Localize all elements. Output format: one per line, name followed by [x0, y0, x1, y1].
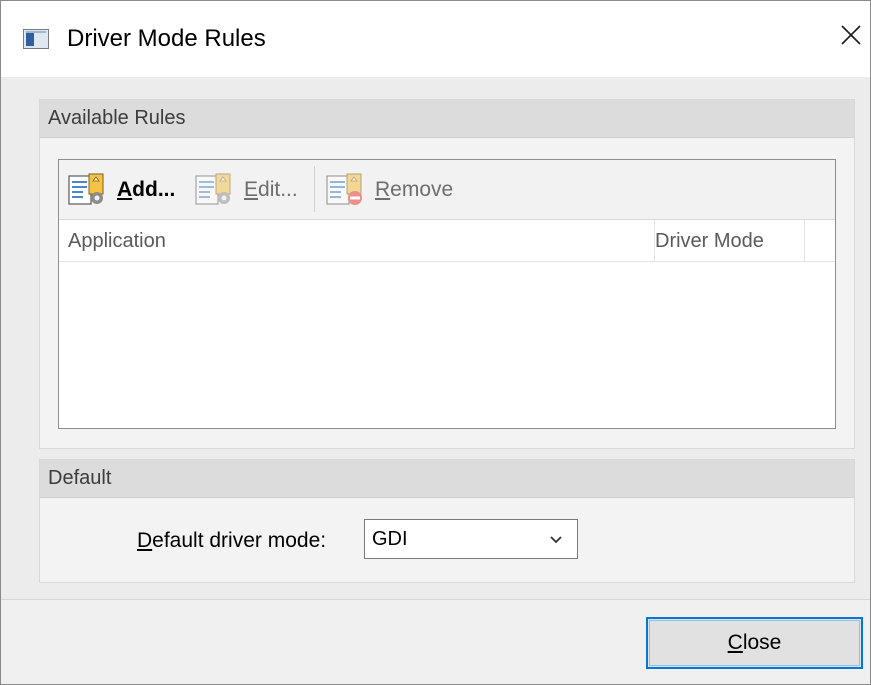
edit-rule-icon: [195, 173, 231, 205]
add-label-key: A: [117, 178, 133, 201]
rules-toolbar: Add... Edit... Remove: [59, 160, 835, 220]
window-icon: [23, 29, 49, 49]
default-group: Default Default driver mode: GDI: [39, 459, 855, 583]
default-title: Default: [48, 467, 112, 489]
remove-button[interactable]: Remove: [325, 172, 453, 208]
column-header-application[interactable]: Application: [59, 220, 655, 262]
add-label-rest: dd...: [132, 178, 176, 201]
close-label-rest: lose: [742, 631, 782, 654]
available-rules-title: Available Rules: [48, 107, 186, 129]
default-label-key: D: [137, 529, 153, 552]
remove-rule-icon: [326, 173, 362, 205]
edit-label-key: E: [244, 178, 259, 201]
column-header-application-label: Application: [68, 230, 166, 252]
available-rules-header: Available Rules: [40, 100, 854, 138]
edit-button-label: Edit...: [244, 178, 298, 202]
edit-label-rest: dit...: [258, 178, 298, 201]
remove-button-label: Remove: [375, 178, 453, 202]
edit-button[interactable]: Edit...: [194, 172, 298, 208]
close-label-key: C: [727, 631, 743, 654]
dialog-body: Available Rules Add... Edit... Remove Ap…: [1, 77, 870, 600]
chevron-down-icon: [550, 536, 562, 544]
driver-mode-rules-dialog: Driver Mode Rules Available Rules Add...…: [0, 0, 871, 685]
window-title: Driver Mode Rules: [67, 25, 266, 52]
default-header: Default: [40, 460, 854, 498]
remove-label-key: R: [375, 178, 391, 201]
column-header-driver-mode[interactable]: Driver Mode: [655, 220, 805, 262]
close-button[interactable]: Close: [646, 617, 863, 669]
remove-label-rest: emove: [390, 178, 454, 201]
rules-list-panel: Add... Edit... Remove Application Driver…: [58, 159, 836, 429]
default-label-rest: efault driver mode:: [152, 529, 327, 552]
add-rule-icon: [68, 173, 104, 205]
close-button-label: Close: [728, 631, 782, 655]
default-driver-mode-select[interactable]: GDI: [364, 519, 578, 559]
default-driver-mode-label: Default driver mode:: [137, 529, 326, 553]
add-button-label: Add...: [117, 178, 175, 202]
toolbar-separator: [314, 166, 315, 212]
rules-list-body[interactable]: [59, 262, 835, 428]
column-header-driver-mode-label: Driver Mode: [655, 230, 764, 252]
available-rules-group: Available Rules Add... Edit... Remove Ap…: [39, 99, 855, 449]
column-header-filler: [805, 220, 835, 262]
title-bar[interactable]: Driver Mode Rules: [1, 1, 870, 77]
add-button[interactable]: Add...: [67, 172, 175, 208]
close-icon[interactable]: [839, 23, 863, 47]
selected-driver-mode: GDI: [372, 528, 408, 550]
